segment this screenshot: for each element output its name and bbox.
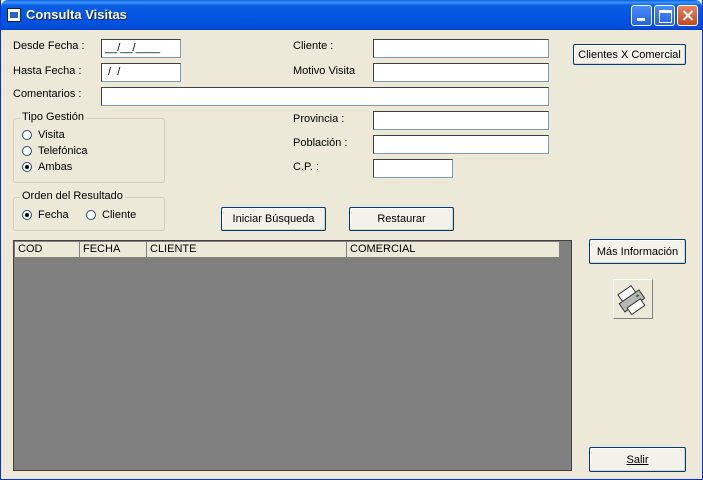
radio-fecha[interactable]: Fecha: [22, 209, 69, 221]
radio-visita[interactable]: Visita: [22, 129, 65, 141]
title-bar[interactable]: Consulta Visitas: [1, 0, 702, 30]
mas-informacion-button[interactable]: Más Información: [589, 239, 686, 264]
salir-button[interactable]: Salir: [589, 447, 686, 472]
printer-icon: [617, 285, 646, 316]
minimize-button[interactable]: [631, 5, 652, 26]
column-header-fecha[interactable]: FECHA: [80, 242, 147, 258]
hasta-fecha-label: Hasta Fecha :: [13, 65, 82, 77]
desde-fecha-input[interactable]: __/__/____: [101, 39, 181, 58]
maximize-button[interactable]: [654, 5, 675, 26]
clientes-comercial-button[interactable]: Clientes X Comercial: [573, 44, 686, 65]
app-icon: [7, 8, 21, 22]
cp-input[interactable]: [373, 159, 453, 178]
cp-label: C.P. :: [293, 161, 320, 173]
results-grid[interactable]: COD FECHA CLIENTE COMERCIAL: [13, 240, 572, 471]
radio-ambas-label: Ambas: [38, 161, 73, 173]
comentarios-label: Comentarios :: [13, 88, 82, 100]
grid-header: COD FECHA CLIENTE COMERCIAL: [15, 242, 560, 258]
radio-ambas[interactable]: Ambas: [22, 161, 72, 173]
radio-telefonica-label: Telefónica: [38, 145, 88, 157]
radio-visita-dot: [22, 130, 32, 140]
column-header-cliente[interactable]: CLIENTE: [147, 242, 347, 258]
print-button[interactable]: [613, 279, 653, 319]
column-header-cod[interactable]: COD: [15, 242, 80, 258]
radio-telefonica-dot: [22, 146, 32, 156]
column-header-comercial[interactable]: COMERCIAL: [347, 242, 560, 258]
iniciar-busqueda-button[interactable]: Iniciar Búsqueda: [221, 207, 326, 231]
orden-resultado-title: Orden del Resultado: [20, 190, 125, 202]
window-title: Consulta Visitas: [26, 7, 127, 22]
tipo-gestion-group: Tipo Gestión Visita Telefónica Ambas: [13, 111, 165, 183]
radio-cliente[interactable]: Cliente: [86, 209, 136, 221]
provincia-input[interactable]: [373, 111, 549, 130]
radio-cliente-dot: [86, 210, 96, 220]
cliente-label: Cliente :: [293, 40, 334, 52]
provincia-label: Provincia :: [293, 113, 345, 125]
comentarios-input[interactable]: [101, 87, 549, 106]
radio-visita-label: Visita: [38, 129, 65, 141]
desde-fecha-label: Desde Fecha :: [13, 40, 85, 52]
orden-resultado-group: Orden del Resultado Fecha Cliente: [13, 190, 165, 231]
poblacion-input[interactable]: [373, 135, 549, 154]
radio-fecha-dot: [22, 210, 32, 220]
hasta-fecha-input[interactable]: / /: [101, 63, 181, 82]
close-button[interactable]: [677, 5, 698, 26]
consulta-visitas-window: Consulta Visitas Desde Fecha : __/__/___…: [0, 0, 703, 480]
radio-telefonica[interactable]: Telefónica: [22, 145, 88, 157]
poblacion-label: Población :: [293, 137, 348, 149]
motivo-visita-label: Motivo Visita: [293, 65, 356, 77]
cliente-input[interactable]: [373, 39, 549, 58]
radio-fecha-label: Fecha: [38, 209, 69, 221]
motivo-visita-input[interactable]: [373, 63, 549, 82]
restaurar-button[interactable]: Restaurar: [349, 207, 454, 231]
radio-ambas-dot: [22, 162, 32, 172]
radio-cliente-label: Cliente: [102, 209, 137, 221]
tipo-gestion-title: Tipo Gestión: [20, 111, 86, 123]
